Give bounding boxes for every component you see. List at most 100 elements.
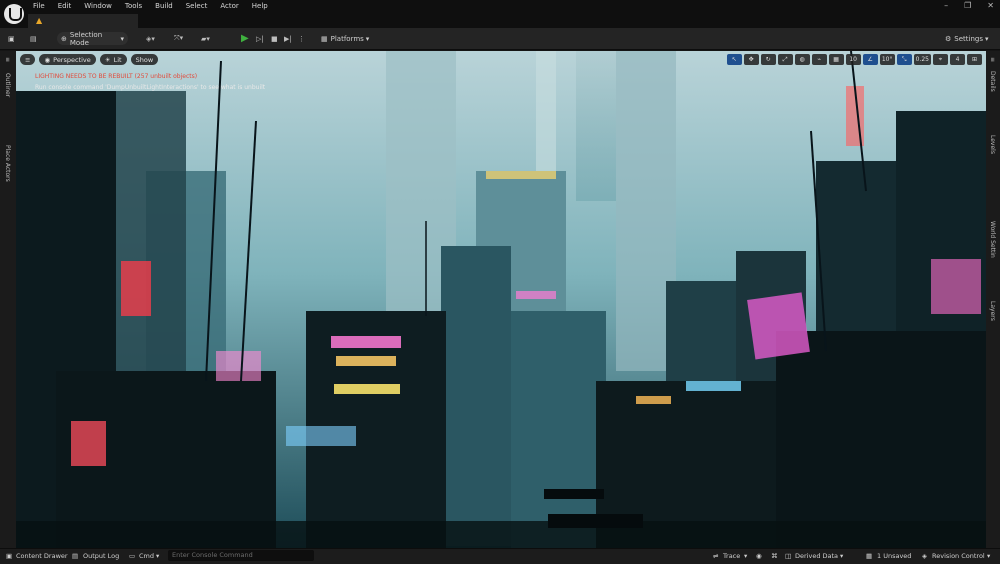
chevron-down-icon: ▾: [840, 552, 844, 560]
status-bar: ▣ Content Drawer ▤ Output Log ▭ Cmd ▾ ⇌ …: [0, 548, 1000, 564]
menu-build[interactable]: Build: [155, 2, 173, 10]
settings-dropdown[interactable]: ⚙ Settings ▾: [945, 32, 989, 45]
settings-label: Settings: [954, 34, 983, 43]
city-scene-image: [16, 51, 986, 548]
scale-tool-icon[interactable]: ⤢: [777, 54, 793, 65]
levels-tab[interactable]: Levels: [989, 135, 996, 154]
world-settings-tab[interactable]: World Settin: [989, 221, 996, 258]
viewport-toolbar-left: ≡ ◉ Perspective ☀ Lit Show: [20, 54, 159, 65]
scale-snap-icon[interactable]: ⤡: [896, 54, 912, 65]
translate-tool-icon[interactable]: ✥: [743, 54, 759, 65]
details-tab[interactable]: Details: [989, 71, 996, 92]
left-sidebar: ≡ Outliner Place Actors: [0, 51, 16, 548]
console-input[interactable]: Enter Console Command: [168, 550, 314, 561]
cmd-dropdown[interactable]: Cmd: [139, 552, 154, 560]
cmd-icon[interactable]: ▭: [129, 552, 135, 560]
main-toolbar: ▣ ▤ ⊕ Selection Mode ▾ ◈▾ ⤧▾ ▰▾ ▶ ▷| ■ ▶…: [0, 28, 1000, 50]
output-log-icon[interactable]: ▤: [72, 552, 78, 560]
unsaved-icon[interactable]: ▦: [866, 552, 872, 560]
layout-icon[interactable]: ⊞: [967, 54, 982, 65]
platforms-dropdown[interactable]: ▦ Platforms ▾: [321, 32, 369, 45]
derived-data-icon[interactable]: ◫: [785, 552, 791, 560]
lit-label: Lit: [113, 55, 122, 64]
unsaved-button[interactable]: 1 Unsaved: [877, 552, 911, 560]
menu-window[interactable]: Window: [84, 2, 112, 10]
outliner-tab[interactable]: Outliner: [4, 73, 11, 97]
minimize-icon[interactable]: –: [944, 1, 948, 10]
menu-file[interactable]: File: [33, 2, 45, 10]
camera-speed-icon[interactable]: ⌖: [933, 54, 948, 65]
gear-icon: ⚙: [945, 34, 952, 43]
trace-dropdown[interactable]: Trace: [723, 552, 740, 560]
content-browser-icon[interactable]: ▤: [30, 32, 37, 45]
revision-control-button[interactable]: Revision Control: [932, 552, 985, 560]
viewport-menu-button[interactable]: ≡: [20, 54, 36, 65]
menu-actor[interactable]: Actor: [220, 2, 238, 10]
content-drawer-button[interactable]: Content Drawer: [16, 552, 68, 560]
grid-snap-icon[interactable]: ▦: [828, 54, 844, 65]
chevron-down-icon: ▾: [120, 34, 124, 43]
menu-select[interactable]: Select: [186, 2, 208, 10]
derived-data-button[interactable]: Derived Data: [795, 552, 838, 560]
layers-tab[interactable]: Layers: [989, 301, 996, 321]
right-sidebar: ≡ Details Levels World Settin Layers: [986, 51, 1000, 548]
tab-row: ▲: [0, 14, 1000, 28]
panel-icon[interactable]: ≡: [989, 57, 996, 62]
lit-icon: ☀: [104, 55, 111, 64]
output-log-button[interactable]: Output Log: [83, 552, 119, 560]
surface-snap-icon[interactable]: ⌁: [811, 54, 827, 65]
show-button[interactable]: Show: [130, 54, 159, 65]
selection-mode-dropdown[interactable]: ⊕ Selection Mode ▾: [57, 30, 128, 47]
warning-icon: ▲: [36, 16, 43, 25]
main-menu: File Edit Window Tools Build Select Acto…: [33, 2, 281, 10]
lit-button[interactable]: ☀ Lit: [99, 54, 127, 65]
rotate-tool-icon[interactable]: ↻: [760, 54, 776, 65]
trace-icon[interactable]: ⇌: [713, 552, 718, 560]
play-icon[interactable]: ▶: [241, 32, 249, 45]
viewport-toolbar-right: ↖ ✥ ↻ ⤢ ◍ ⌁ ▦ 10 ∠ 10° ⤡ 0.25 ⌖ 4 ⊞: [726, 54, 982, 65]
chevron-down-icon: ▾: [987, 552, 991, 560]
play-options-icon[interactable]: ⋮: [298, 32, 305, 45]
close-icon[interactable]: ✕: [987, 1, 994, 10]
place-actors-tab[interactable]: Place Actors: [4, 145, 11, 182]
platforms-icon: ▦: [321, 34, 328, 43]
select-tool-icon[interactable]: ↖: [726, 54, 742, 65]
menu-help[interactable]: Help: [252, 2, 268, 10]
menu-tools[interactable]: Tools: [125, 2, 142, 10]
cinematics-icon[interactable]: ▰▾: [201, 32, 210, 45]
perspective-label: Perspective: [53, 55, 91, 64]
chevron-down-icon: ▾: [156, 552, 160, 560]
world-space-icon[interactable]: ◍: [794, 54, 810, 65]
camera-speed-value[interactable]: 0.25: [913, 54, 931, 65]
level-viewport[interactable]: LIGHTING NEEDS TO BE REBUILT (257 unbuil…: [16, 51, 986, 548]
stop-icon[interactable]: ■: [271, 32, 278, 45]
record-icon[interactable]: ◉: [756, 552, 762, 560]
maximize-icon[interactable]: ❐: [964, 1, 971, 10]
revision-control-icon[interactable]: ◈: [922, 552, 927, 560]
panel-icon[interactable]: ≡: [4, 57, 11, 62]
perspective-button[interactable]: ◉ Perspective: [39, 54, 96, 65]
rotation-snap-value[interactable]: 10°: [879, 54, 895, 65]
add-actor-icon[interactable]: ◈▾: [146, 32, 155, 45]
bookmark-icon[interactable]: ⌘: [771, 552, 778, 560]
menu-edit[interactable]: Edit: [58, 2, 72, 10]
viewport-count-value[interactable]: 4: [950, 54, 965, 65]
save-icon[interactable]: ▣: [8, 32, 15, 45]
content-drawer-icon[interactable]: ▣: [6, 552, 12, 560]
selection-mode-icon: ⊕: [61, 34, 67, 43]
unreal-logo-icon[interactable]: [4, 4, 24, 24]
selection-mode-label: Selection Mode: [69, 30, 103, 47]
level-tab[interactable]: ▲: [28, 14, 138, 28]
rotation-snap-icon[interactable]: ∠: [862, 54, 878, 65]
lighting-info-message: Run console command 'DumpUnbuiltLightInt…: [35, 84, 266, 91]
hamburger-icon: ≡: [25, 55, 31, 64]
blueprint-icon[interactable]: ⤧▾: [174, 32, 183, 45]
lighting-warning-message: LIGHTING NEEDS TO BE REBUILT (257 unbuil…: [35, 73, 198, 80]
step-icon[interactable]: ▷|: [256, 32, 264, 45]
eject-icon[interactable]: ▶|: [284, 32, 292, 45]
show-label: Show: [135, 55, 154, 64]
grid-snap-value[interactable]: 10: [845, 54, 861, 65]
chevron-down-icon: ▾: [744, 552, 748, 560]
perspective-icon: ◉: [44, 55, 51, 64]
chevron-down-icon: ▾: [365, 34, 370, 43]
